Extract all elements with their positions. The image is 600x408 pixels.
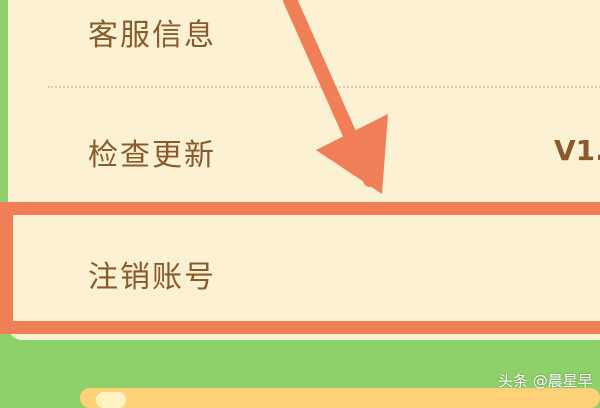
bottom-button-highlight bbox=[96, 392, 126, 408]
bottom-button-edge[interactable] bbox=[80, 388, 600, 408]
arrow-annotation bbox=[283, 0, 388, 194]
watermark-text: 头条 @晨星早 bbox=[498, 372, 593, 390]
